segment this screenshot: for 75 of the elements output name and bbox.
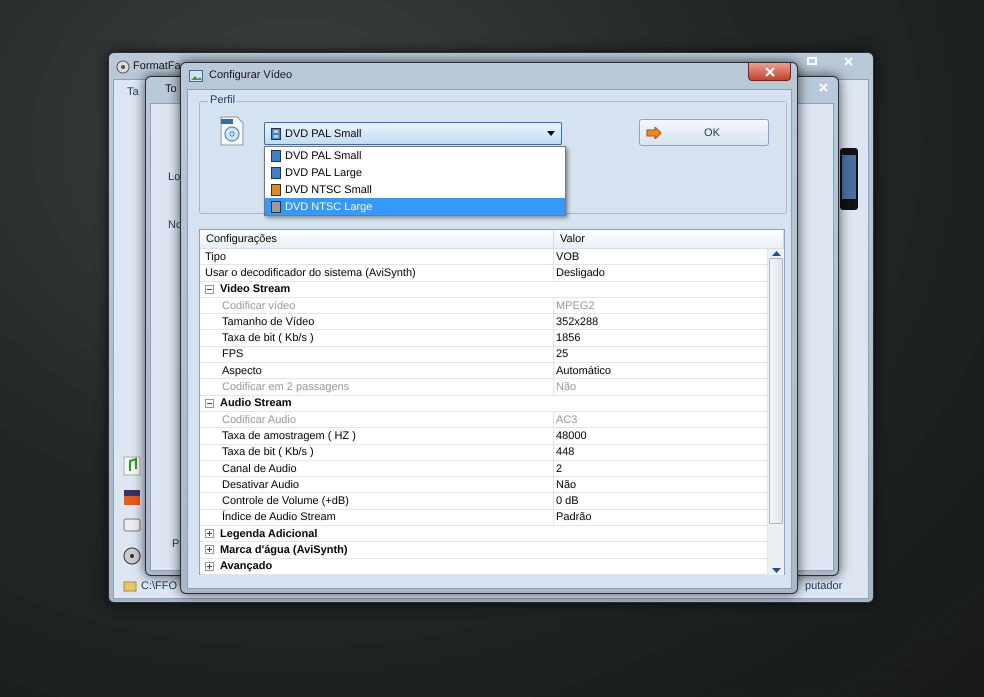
group-row[interactable]: Audio Stream bbox=[200, 396, 767, 412]
window-title: To bbox=[165, 83, 177, 95]
setting-value[interactable]: 0 dB bbox=[554, 495, 767, 508]
group-row[interactable]: Avançado bbox=[200, 558, 767, 575]
arrow-right-icon bbox=[646, 126, 662, 138]
group-title: Marca d'água (AviSynth) bbox=[220, 544, 348, 556]
window-title: FormatFa bbox=[133, 60, 181, 72]
dropdown-option[interactable]: DVD PAL Large bbox=[265, 164, 565, 181]
disc-file-icon bbox=[220, 116, 244, 146]
window-title: Configurar Vídeo bbox=[209, 69, 292, 81]
group-row[interactable]: Video Stream bbox=[200, 282, 767, 298]
column-header: Valor bbox=[554, 230, 784, 248]
app-icon bbox=[116, 60, 130, 74]
column-header: Configurações bbox=[200, 230, 554, 248]
setting-value[interactable]: 48000 bbox=[554, 430, 767, 442]
group-row[interactable]: Legenda Adicional bbox=[200, 526, 767, 542]
setting-name: FPS bbox=[200, 346, 554, 362]
expand-icon[interactable] bbox=[205, 562, 214, 571]
profile-dropdown[interactable]: DVD PAL Small bbox=[264, 122, 562, 145]
status-path: C:\FFO bbox=[141, 580, 178, 592]
setting-value[interactable]: 1856 bbox=[554, 332, 767, 344]
collapse-icon[interactable] bbox=[205, 284, 214, 294]
dropdown-arrow-icon bbox=[547, 131, 555, 136]
setting-name: Codificar em 2 passagens bbox=[200, 379, 554, 395]
setting-value[interactable]: Padrão bbox=[554, 511, 767, 524]
collapse-icon[interactable] bbox=[205, 398, 214, 408]
setting-value[interactable]: 25 bbox=[554, 348, 767, 360]
dropdown-option[interactable]: DVD NTSC Small bbox=[265, 181, 565, 198]
close-icon bbox=[844, 56, 852, 66]
ok-button[interactable]: OK bbox=[639, 119, 769, 146]
status-text: putador bbox=[805, 580, 842, 592]
setting-value[interactable]: VOB bbox=[554, 250, 767, 263]
setting-name: Codificar vídeo bbox=[200, 298, 554, 314]
expand-icon[interactable] bbox=[205, 529, 214, 538]
group-title: Legenda Adicional bbox=[220, 528, 318, 540]
setting-value[interactable]: 2 bbox=[554, 462, 767, 474]
scroll-down-icon bbox=[772, 568, 780, 573]
setting-value[interactable]: 448 bbox=[554, 446, 767, 458]
picture-icon bbox=[189, 70, 203, 82]
setting-name: Índice de Audio Stream bbox=[200, 510, 554, 526]
close-icon bbox=[764, 66, 774, 76]
field-label: P bbox=[172, 538, 180, 550]
setting-name: Tamanho de Vídeo bbox=[200, 314, 554, 330]
setting-name: Desativar Audio bbox=[200, 477, 554, 492]
setting-name: Tipo bbox=[200, 249, 554, 264]
group-title: Audio Stream bbox=[220, 397, 292, 410]
setting-name: Aspecto bbox=[200, 363, 554, 378]
folder-icon bbox=[123, 580, 137, 592]
expand-icon[interactable] bbox=[205, 545, 214, 554]
scrollbar[interactable] bbox=[767, 249, 784, 575]
setting-name: Canal de Audio bbox=[200, 460, 554, 476]
setting-name: Codificar Audio bbox=[200, 412, 554, 428]
close-button[interactable] bbox=[748, 63, 791, 81]
setting-name: Taxa de bit ( Kb/s ) bbox=[200, 444, 554, 460]
setting-name: Controle de Volume (+dB) bbox=[200, 493, 554, 509]
maximize-icon bbox=[807, 57, 817, 65]
setting-name: Taxa de amostragem ( HZ ) bbox=[200, 428, 554, 444]
group-label: Perfil bbox=[208, 94, 238, 106]
group-title: Avançado bbox=[220, 560, 272, 572]
setting-value[interactable]: Desligado bbox=[554, 266, 767, 279]
reel-icon bbox=[123, 546, 141, 566]
setting-name: Usar o decodificador do sistema (AviSynth) bbox=[200, 265, 554, 281]
film-icon bbox=[271, 128, 281, 140]
group-title: Video Stream bbox=[220, 283, 290, 296]
setting-name: Taxa de bit ( Kb/s ) bbox=[200, 330, 554, 346]
menu-item[interactable]: Ta bbox=[127, 86, 139, 98]
dropdown-option[interactable]: DVD PAL Small bbox=[265, 147, 565, 164]
phone-icon bbox=[839, 147, 859, 211]
scroll-up-icon bbox=[772, 251, 780, 256]
setting-value[interactable]: 352x288 bbox=[554, 316, 767, 328]
load-button[interactable]: Lo bbox=[168, 171, 180, 183]
close-icon bbox=[818, 82, 828, 92]
setting-value[interactable]: Não bbox=[554, 478, 767, 491]
setting-value[interactable]: Automático bbox=[554, 364, 767, 377]
group-row[interactable]: Marca d'água (AviSynth) bbox=[200, 542, 767, 559]
